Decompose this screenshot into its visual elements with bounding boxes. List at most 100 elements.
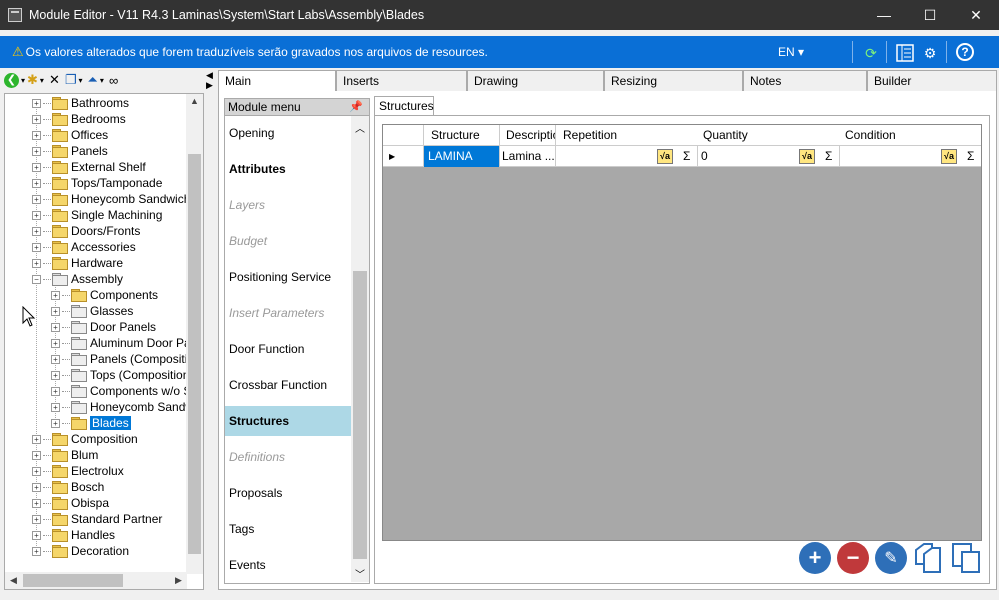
menu-scrollbar[interactable]: ︿ ﹀ <box>351 116 369 582</box>
remove-button[interactable]: − <box>837 542 869 574</box>
tree-item-door-panels[interactable]: Door Panels <box>90 320 156 334</box>
menu-item-proposals[interactable]: Proposals <box>225 478 351 508</box>
scroll-down-icon[interactable]: ﹀ <box>355 566 365 581</box>
expand-toggle[interactable]: + <box>32 146 41 156</box>
tree-item-composition[interactable]: Composition <box>71 432 138 446</box>
tree-item-standard-partner[interactable]: Standard Partner <box>71 512 162 526</box>
expand-toggle[interactable]: + <box>51 306 60 316</box>
sigma-icon[interactable]: Σ <box>683 146 690 167</box>
column-header-repetition[interactable]: Repetition <box>563 125 633 146</box>
expand-toggle[interactable]: + <box>32 450 41 460</box>
scroll-thumb[interactable] <box>188 154 201 554</box>
expand-toggle[interactable]: + <box>32 226 41 236</box>
sigma-icon[interactable]: Σ <box>825 146 832 167</box>
column-header-structure[interactable]: Structure <box>431 125 501 146</box>
scroll-left-icon[interactable]: ◀ <box>10 575 17 586</box>
tab-structures[interactable]: Structures <box>374 96 434 116</box>
tree-item-tops-composition[interactable]: Tops (Composition) <box>90 368 193 382</box>
expand-toggle[interactable]: + <box>32 114 41 124</box>
tree-item-bedrooms[interactable]: Bedrooms <box>71 112 126 126</box>
expand-toggle[interactable]: + <box>32 178 41 188</box>
collapse-toggle[interactable]: − <box>32 274 41 284</box>
cell-quantity[interactable]: 0 <box>701 146 796 167</box>
delete-icon[interactable]: ✕ <box>49 72 60 88</box>
tree-item-honeycomb-sandwich[interactable]: Honeycomb Sandwich <box>71 192 190 206</box>
tree-item-components[interactable]: Components <box>90 288 158 302</box>
help-icon[interactable]: ? <box>956 43 974 61</box>
tree-item-accessories[interactable]: Accessories <box>71 240 136 254</box>
cell-condition[interactable] <box>843 146 938 167</box>
expand-toggle[interactable]: + <box>32 466 41 476</box>
tab-builder[interactable]: Builder <box>867 70 997 92</box>
tree-vertical-scrollbar[interactable]: ▲ <box>186 94 203 574</box>
menu-item-positioning-service[interactable]: Positioning Service <box>225 262 351 292</box>
expand-toggle[interactable]: + <box>51 370 60 380</box>
tree-item-electrolux[interactable]: Electrolux <box>71 464 124 478</box>
back-icon[interactable]: ❮ <box>4 72 19 88</box>
expand-toggle[interactable]: + <box>32 498 41 508</box>
tree-item-components-wo-structure[interactable]: Components w/o Str <box>90 384 199 398</box>
panel-splitter[interactable]: ◀ ▶ <box>206 70 216 590</box>
layout-icon[interactable] <box>895 43 915 63</box>
tree-item-decoration[interactable]: Decoration <box>71 544 129 558</box>
column-header-condition[interactable]: Condition <box>845 125 915 146</box>
refresh-icon[interactable]: ⟳ <box>861 43 881 63</box>
scroll-up-icon[interactable]: ︿ <box>355 120 365 135</box>
language-select[interactable]: EN ▾ <box>778 45 804 59</box>
tree-item-assembly[interactable]: Assembly <box>71 272 123 286</box>
menu-item-door-function[interactable]: Door Function <box>225 334 351 364</box>
tab-inserts[interactable]: Inserts <box>336 70 467 92</box>
table-row[interactable]: ▶ LAMINA Lamina ... √a Σ 0 √a Σ √a Σ <box>383 146 981 167</box>
expand-toggle[interactable]: + <box>51 402 60 412</box>
copy-icon[interactable]: ❐ <box>65 72 77 88</box>
expand-toggle[interactable]: + <box>32 514 41 524</box>
expand-toggle[interactable]: + <box>32 194 41 204</box>
tree-item-single-machining[interactable]: Single Machining <box>71 208 162 222</box>
maximize-button[interactable]: ☐ <box>907 0 953 30</box>
paste-button[interactable] <box>950 542 982 574</box>
menu-item-opening[interactable]: Opening <box>225 118 351 148</box>
add-button[interactable]: + <box>799 542 831 574</box>
new-item-icon[interactable]: ✱ <box>27 72 38 88</box>
expand-toggle[interactable]: + <box>51 338 60 348</box>
tree-item-hardware[interactable]: Hardware <box>71 256 123 270</box>
tree-item-bosch[interactable]: Bosch <box>71 480 104 494</box>
formula-icon[interactable]: √a <box>799 149 815 164</box>
dropdown-icon[interactable]: ▾ <box>100 76 104 85</box>
cell-structure[interactable]: LAMINA <box>424 146 499 167</box>
tree-item-panels-composition[interactable]: Panels (Composition <box>90 352 201 366</box>
menu-item-events[interactable]: Events <box>225 550 351 580</box>
tab-drawing[interactable]: Drawing <box>467 70 604 92</box>
column-header-description[interactable]: Description <box>506 125 556 146</box>
column-header-quantity[interactable]: Quantity <box>703 125 773 146</box>
sigma-icon[interactable]: Σ <box>967 146 974 167</box>
cell-repetition[interactable] <box>559 146 654 167</box>
dropdown-icon[interactable]: ▾ <box>79 76 83 85</box>
move-up-icon[interactable]: ⏶ <box>88 72 98 88</box>
copy-button[interactable] <box>912 542 944 574</box>
tree-item-offices[interactable]: Offices <box>71 128 108 142</box>
tree-item-doors-fronts[interactable]: Doors/Fronts <box>71 224 140 238</box>
menu-item-tags[interactable]: Tags <box>225 514 351 544</box>
scroll-thumb[interactable] <box>23 574 123 587</box>
settings-icon[interactable]: ⚙ <box>920 43 940 63</box>
expand-toggle[interactable]: + <box>32 530 41 540</box>
formula-icon[interactable]: √a <box>941 149 957 164</box>
tree-item-tops-tamponade[interactable]: Tops/Tamponade <box>71 176 162 190</box>
binoculars-icon[interactable]: ∞ <box>109 73 118 88</box>
formula-icon[interactable]: √a <box>657 149 673 164</box>
menu-item-attributes[interactable]: Attributes <box>225 154 351 184</box>
tree-item-panels[interactable]: Panels <box>71 144 108 158</box>
expand-toggle[interactable]: + <box>32 258 41 268</box>
expand-toggle[interactable]: + <box>51 418 60 428</box>
tree-item-handles[interactable]: Handles <box>71 528 115 542</box>
minimize-button[interactable]: — <box>861 0 907 30</box>
expand-toggle[interactable]: + <box>32 130 41 140</box>
expand-toggle[interactable]: + <box>32 162 41 172</box>
tree-item-blum[interactable]: Blum <box>71 448 98 462</box>
edit-button[interactable]: ✎ <box>875 542 907 574</box>
expand-toggle[interactable]: + <box>32 242 41 252</box>
close-button[interactable]: ✕ <box>953 0 999 30</box>
menu-item-crossbar-function[interactable]: Crossbar Function <box>225 370 351 400</box>
tree-item-bathrooms[interactable]: Bathrooms <box>71 96 129 110</box>
